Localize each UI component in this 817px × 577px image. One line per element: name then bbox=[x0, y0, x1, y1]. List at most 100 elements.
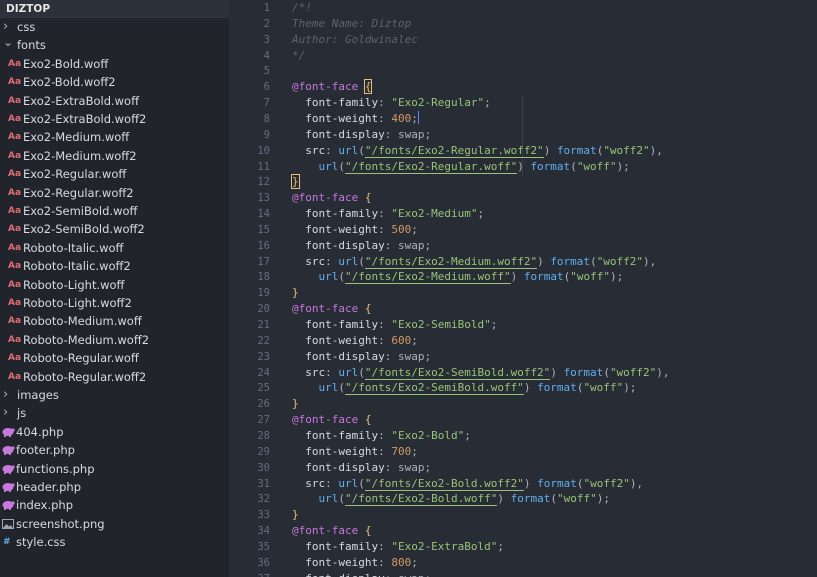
file-item[interactable]: Aa Roboto-Light.woff bbox=[0, 276, 229, 294]
code-line[interactable]: 10 src: url("/fonts/Exo2-Regular.woff2")… bbox=[229, 143, 817, 159]
file-item[interactable]: index.php bbox=[0, 496, 229, 514]
code-line[interactable]: 19} bbox=[229, 285, 817, 301]
php-elephant-icon bbox=[2, 500, 16, 511]
code-line[interactable]: 26} bbox=[229, 396, 817, 412]
code-line[interactable]: 2 Theme Name: Diztop bbox=[229, 16, 817, 32]
code-token: "woff2" bbox=[596, 254, 644, 268]
code-line[interactable]: 17 src: url("/fonts/Exo2-Medium.woff2") … bbox=[229, 254, 817, 270]
code-token: ), bbox=[643, 254, 657, 268]
line-number: 29 bbox=[257, 445, 270, 458]
font-file-icon: Aa bbox=[8, 334, 22, 345]
code-line[interactable]: 36 font-weight: 800; bbox=[229, 555, 817, 571]
file-item[interactable]: header.php bbox=[0, 478, 229, 496]
code-token: 400 bbox=[391, 111, 412, 125]
file-item[interactable]: Aa Exo2-Regular.woff2 bbox=[0, 184, 229, 202]
code-line[interactable]: 20 @font-face { bbox=[229, 301, 817, 317]
code-token: font-family bbox=[305, 96, 379, 110]
file-item[interactable]: 404.php bbox=[0, 423, 229, 441]
code-line[interactable]: 30 font-display: swap; bbox=[229, 460, 817, 476]
folder-js[interactable]: › js bbox=[0, 404, 229, 422]
code-token: : bbox=[378, 111, 392, 125]
file-item[interactable]: Aa Exo2-Bold.woff2 bbox=[0, 73, 229, 91]
file-item[interactable]: Aa Exo2-Medium.woff bbox=[0, 128, 229, 146]
font-file-icon: Aa bbox=[8, 187, 22, 198]
code-line[interactable]: 18 url("/fonts/Exo2-Medium.woff") format… bbox=[229, 269, 817, 285]
folder-css[interactable]: › css bbox=[0, 18, 229, 36]
code-text: font-family: "Exo2-SemiBold"; bbox=[292, 317, 497, 333]
code-token: font-family bbox=[305, 207, 379, 221]
code-line[interactable]: 7 font-family: "Exo2-Regular"; bbox=[229, 95, 817, 111]
code-token: font-display bbox=[305, 460, 385, 474]
code-line[interactable]: 13 @font-face { bbox=[229, 190, 817, 206]
file-item[interactable]: Aa Roboto-Regular.woff2 bbox=[0, 368, 229, 386]
code-line[interactable]: 25 url("/fonts/Exo2-SemiBold.woff") form… bbox=[229, 380, 817, 396]
line-number: 10 bbox=[257, 144, 270, 157]
file-item[interactable]: Aa Exo2-ExtraBold.woff2 bbox=[0, 110, 229, 128]
code-line[interactable]: 32 url("/fonts/Exo2-Bold.woff") format("… bbox=[229, 491, 817, 507]
code-line[interactable]: 37 font-display: swap; bbox=[229, 571, 817, 577]
file-item[interactable]: # style.css bbox=[0, 533, 229, 551]
code-line[interactable]: 22 font-weight: 600; bbox=[229, 333, 817, 349]
code-text: font-family: "Exo2-Bold"; bbox=[292, 428, 471, 444]
code-text: src: url("/fonts/Exo2-Regular.woff2") fo… bbox=[292, 143, 663, 159]
code-line[interactable]: 27 @font-face { bbox=[229, 412, 817, 428]
code-line[interactable]: 23 font-display: swap; bbox=[229, 349, 817, 365]
code-line[interactable]: 29 font-weight: 700; bbox=[229, 444, 817, 460]
code-line[interactable]: 5 bbox=[229, 63, 817, 79]
file-item[interactable]: Aa Roboto-Italic.woff2 bbox=[0, 257, 229, 275]
code-token: { bbox=[364, 413, 372, 427]
code-line[interactable]: 11 url("/fonts/Exo2-Regular.woff") forma… bbox=[229, 159, 817, 175]
code-line[interactable]: 35 font-family: "Exo2-ExtraBold"; bbox=[229, 539, 817, 555]
code-line[interactable]: 6 @font-face { bbox=[229, 79, 817, 95]
code-token: : bbox=[378, 222, 392, 236]
code-text: font-family: "Exo2-ExtraBold"; bbox=[292, 539, 504, 555]
tree-item-label: Exo2-Medium.woff2 bbox=[23, 148, 137, 163]
code-line[interactable]: 16 font-display: swap; bbox=[229, 238, 817, 254]
tree-item-label: Roboto-Light.woff2 bbox=[23, 296, 132, 310]
project-title[interactable]: DIZTOP bbox=[0, 0, 229, 18]
code-token: ); bbox=[609, 270, 624, 284]
folder-fonts[interactable]: ⌄ fonts bbox=[0, 35, 229, 54]
code-text: @font-face { bbox=[292, 412, 371, 428]
code-line[interactable]: 33} bbox=[229, 507, 817, 523]
file-item[interactable]: footer.php bbox=[0, 441, 229, 459]
file-item[interactable]: Aa Exo2-Bold.woff bbox=[0, 55, 229, 73]
code-token: ( bbox=[358, 254, 365, 268]
code-token: "Exo2-Regular" bbox=[391, 96, 485, 110]
code-token: src bbox=[305, 476, 326, 490]
code-line[interactable]: 1 /*! bbox=[229, 0, 817, 16]
code-line[interactable]: 8 font-weight: 400; bbox=[229, 110, 817, 127]
code-token: src bbox=[305, 365, 326, 379]
code-line[interactable]: 9 font-display: swap; bbox=[229, 127, 817, 143]
line-number: 20 bbox=[257, 303, 270, 316]
file-item[interactable]: Aa Exo2-Regular.woff bbox=[0, 165, 229, 183]
code-line[interactable]: 28 font-family: "Exo2-Bold"; bbox=[229, 428, 817, 444]
code-line[interactable]: 3 Author: Goldwinalec bbox=[229, 32, 817, 48]
code-line[interactable]: 21 font-family: "Exo2-SemiBold"; bbox=[229, 317, 817, 333]
file-item[interactable]: Aa Exo2-Medium.woff2 bbox=[0, 147, 229, 165]
code-token: "Exo2-Bold" bbox=[391, 428, 465, 442]
code-token: url bbox=[318, 270, 339, 284]
file-item[interactable]: Aa Roboto-Italic.woff bbox=[0, 239, 229, 257]
file-item[interactable]: Aa Roboto-Medium.woff2 bbox=[0, 331, 229, 349]
code-line[interactable]: 14 font-family: "Exo2-Medium"; bbox=[229, 206, 817, 222]
code-line[interactable]: 15 font-weight: 500; bbox=[229, 222, 817, 238]
code-token: ; bbox=[411, 333, 418, 347]
code-token: format bbox=[523, 270, 564, 284]
code-line[interactable]: 12} bbox=[229, 174, 817, 190]
code-line[interactable]: 4 */ bbox=[229, 48, 817, 64]
file-item[interactable]: Aa Exo2-SemiBold.woff2 bbox=[0, 220, 229, 238]
folder-images[interactable]: › images bbox=[0, 386, 229, 404]
code-line[interactable]: 31 src: url("/fonts/Exo2-Bold.woff2") fo… bbox=[229, 476, 817, 492]
code-line[interactable]: 34 @font-face { bbox=[229, 523, 817, 539]
file-item[interactable]: Aa Roboto-Medium.woff bbox=[0, 312, 229, 330]
code-line[interactable]: 24 src: url("/fonts/Exo2-SemiBold.woff2"… bbox=[229, 365, 817, 381]
file-item[interactable]: Aa Roboto-Regular.woff bbox=[0, 349, 229, 367]
code-editor[interactable]: 1 /*! 2 Theme Name: Diztop 3 Author: Goldwina… bbox=[229, 0, 817, 577]
file-item[interactable]: screenshot.png bbox=[0, 515, 229, 533]
file-item[interactable]: functions.php bbox=[0, 460, 229, 478]
file-item[interactable]: Aa Exo2-SemiBold.woff bbox=[0, 202, 229, 220]
file-item[interactable]: Aa Exo2-ExtraBold.woff bbox=[0, 92, 229, 110]
file-item[interactable]: Aa Roboto-Light.woff2 bbox=[0, 294, 229, 312]
